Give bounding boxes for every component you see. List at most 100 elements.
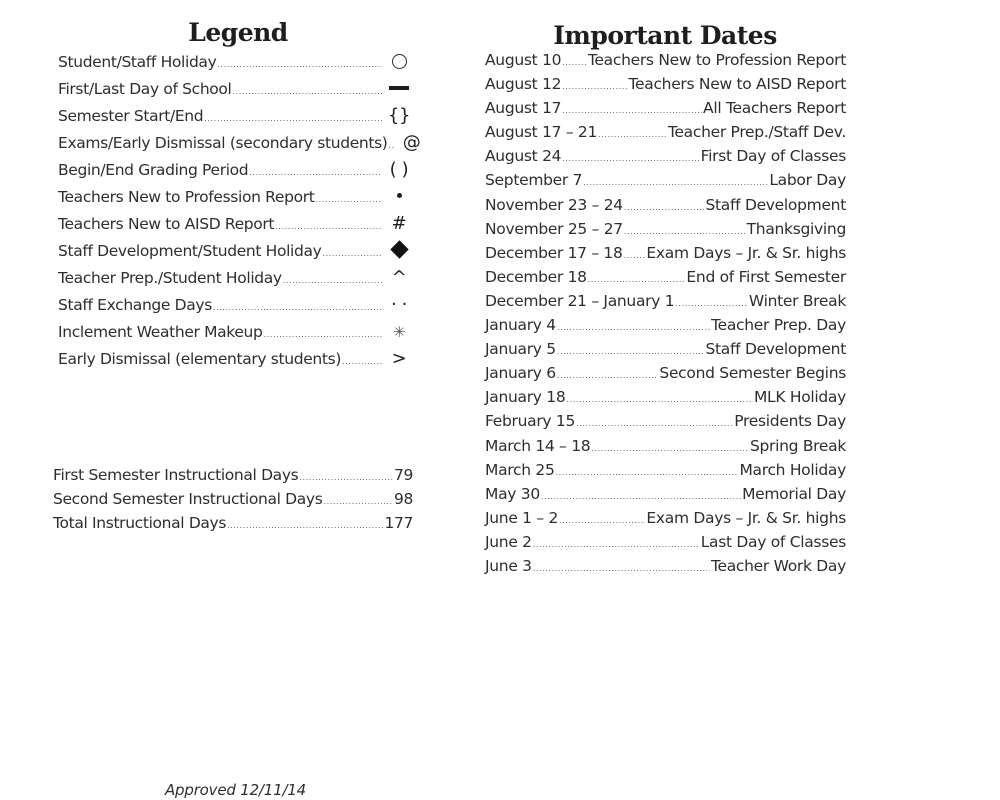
- dot-leader: [624, 203, 705, 212]
- dot-leader: [557, 371, 659, 380]
- date-label: January 4: [485, 316, 556, 335]
- dot-leader: [675, 299, 748, 308]
- date-row: August 17 All Teachers Report: [485, 99, 846, 123]
- diamond-filled-icon: [385, 240, 413, 260]
- dot-leader: [533, 540, 700, 549]
- legend-list: Student/Staff Holiday First/Last Day of …: [58, 53, 421, 377]
- dot-leader: [213, 303, 382, 312]
- legend-item-staff-development: Staff Development/Student Holiday: [58, 240, 413, 269]
- legend-item-label: Exams/Early Dismissal (secondary student…: [58, 134, 388, 152]
- important-dates-title: Important Dates: [553, 21, 777, 50]
- date-row: December 17 – 18 Exam Days – Jr. & Sr. hi…: [485, 244, 846, 268]
- date-row: January 4 Teacher Prep. Day: [485, 316, 846, 340]
- date-row: August 12 Teachers New to AISD Report: [485, 75, 846, 99]
- first-semester-days-row: First Semester Instructional Days 79: [53, 466, 413, 490]
- legend-item-label: Semester Start/End: [58, 107, 204, 125]
- dot-leader: [315, 195, 382, 204]
- date-label: January 6: [485, 364, 556, 383]
- two-dots-icon: · ·: [390, 294, 408, 315]
- at-sign-icon: @: [402, 132, 421, 153]
- date-label: September 7: [485, 171, 583, 190]
- date-label: November 25 – 27: [485, 219, 623, 238]
- legend-title: Legend: [188, 18, 288, 47]
- date-row: December 18 End of First Semester: [485, 268, 846, 292]
- dot-leader: [275, 222, 382, 231]
- date-row: January 5 Staff Development: [485, 340, 846, 364]
- dot-leader: [624, 251, 646, 260]
- dot-leader: [533, 564, 710, 573]
- asterisk-icon: ✳: [392, 323, 406, 341]
- date-row: November 25 – 27 Thanksgiving: [485, 220, 846, 244]
- date-label: May 30: [485, 484, 540, 503]
- event-label: March Holiday: [739, 460, 846, 479]
- dot-leader: [583, 178, 768, 187]
- date-row: August 24 First Day of Classes: [485, 147, 846, 171]
- dot-leader: [588, 275, 686, 284]
- event-label: Staff Development: [705, 340, 846, 359]
- dot-leader: [557, 323, 710, 332]
- caret-icon: ^: [391, 267, 407, 288]
- event-label: Labor Day: [769, 171, 846, 190]
- date-row: December 21 – January 1 Winter Break: [485, 292, 846, 316]
- legend-item-label: Teachers New to Profession Report: [58, 188, 315, 206]
- date-row: August 17 – 21 Teacher Prep./Staff Dev.: [485, 123, 846, 147]
- date-label: December 18: [485, 267, 587, 286]
- date-row: June 2 Last Day of Classes: [485, 533, 846, 557]
- dot-leader: [322, 249, 382, 258]
- date-label: August 24: [485, 147, 562, 166]
- legend-item-exams-early-dismissal-secondary: Exams/Early Dismissal (secondary student…: [58, 134, 421, 161]
- important-dates-list: August 10 Teachers New to Profession Repo…: [485, 51, 846, 581]
- event-label: Exam Days – Jr. & Sr. highs: [646, 508, 846, 527]
- date-label: February 15: [485, 412, 576, 431]
- event-label: Exam Days – Jr. & Sr. highs: [646, 243, 846, 262]
- event-label: First Day of Classes: [700, 147, 847, 166]
- date-row: August 10 Teachers New to Profession Repo…: [485, 51, 846, 75]
- dot-leader: [562, 154, 699, 163]
- date-row: June 1 – 2 Exam Days – Jr. & Sr. highs: [485, 509, 846, 533]
- date-label: March 14 – 18: [485, 436, 591, 455]
- total-label: First Semester Instructional Days: [53, 466, 299, 484]
- dot-leader: [264, 330, 382, 339]
- legend-item-inclement-weather: Inclement Weather Makeup ✳: [58, 323, 413, 350]
- event-label: Last Day of Classes: [700, 532, 847, 551]
- circle-outline-icon: [385, 53, 413, 71]
- dot-leader: [576, 419, 733, 428]
- dot-leader: [299, 473, 393, 482]
- date-row: June 3 Teacher Work Day: [485, 557, 846, 581]
- total-value: 177: [384, 514, 413, 532]
- event-label: Teachers New to AISD Report: [628, 75, 846, 94]
- date-label: August 17: [485, 99, 562, 118]
- legend-item-label: Teachers New to AISD Report: [58, 215, 275, 233]
- legend-item-label: Student/Staff Holiday: [58, 53, 217, 71]
- date-label: January 5: [485, 340, 556, 359]
- date-label: June 2: [485, 532, 532, 551]
- dot-leader: [591, 444, 749, 453]
- total-days-row: Total Instructional Days 177: [53, 514, 413, 538]
- legend-item-semester-start-end: Semester Start/End {}: [58, 107, 413, 134]
- dot-leader: [541, 492, 741, 501]
- dot-leader: [227, 521, 383, 530]
- legend-item-student-staff-holiday: Student/Staff Holiday: [58, 53, 413, 80]
- date-label: December 21 – January 1: [485, 291, 675, 310]
- event-label: MLK Holiday: [753, 388, 846, 407]
- date-row: September 7 Labor Day: [485, 171, 846, 195]
- dot-leader: [562, 106, 702, 115]
- total-value: 98: [393, 490, 413, 508]
- legend-item-new-to-aisd: Teachers New to AISD Report #: [58, 215, 413, 242]
- legend-item-label: First/Last Day of School: [58, 80, 232, 98]
- dot-leader: [342, 357, 382, 366]
- total-label: Second Semester Instructional Days: [53, 490, 323, 508]
- hash-icon: #: [391, 213, 407, 234]
- date-label: November 23 – 24: [485, 195, 623, 214]
- dot-leader: [624, 227, 746, 236]
- legend-item-label: Early Dismissal (elementary students): [58, 350, 342, 368]
- total-label: Total Instructional Days: [53, 514, 227, 532]
- dot-leader: [233, 87, 382, 96]
- event-label: Teacher Work Day: [710, 556, 846, 575]
- event-label: Spring Break: [749, 436, 846, 455]
- dot-leader: [249, 168, 382, 177]
- second-semester-days-row: Second Semester Instructional Days 98: [53, 490, 413, 514]
- legend-item-label: Teacher Prep./Student Holiday: [58, 269, 282, 287]
- dot-leader: [217, 60, 382, 69]
- date-row: March 25 March Holiday: [485, 461, 846, 485]
